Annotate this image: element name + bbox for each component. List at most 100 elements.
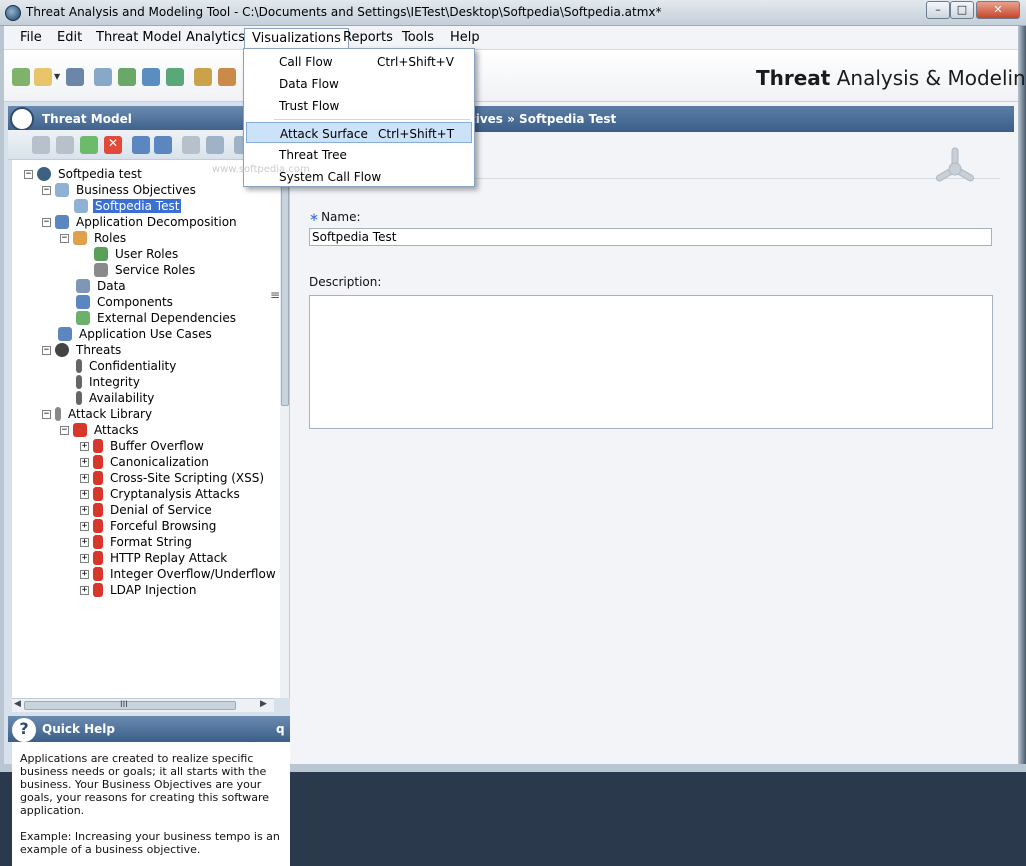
menu-item-threat-tree[interactable]: Threat Tree [246, 144, 472, 165]
name-field[interactable] [309, 228, 992, 246]
import-icon[interactable] [94, 68, 112, 86]
tree-node[interactable]: Availability [76, 390, 156, 406]
tree-node-label: Data [97, 279, 126, 293]
export-icon[interactable] [118, 68, 136, 86]
minimize-button[interactable]: – [926, 1, 950, 19]
collapse-icon[interactable]: − [24, 169, 33, 179]
add-disabled-icon[interactable] [56, 136, 74, 154]
tree-node-label: Availability [89, 391, 155, 405]
add-child-icon[interactable] [80, 136, 98, 154]
close-button[interactable]: ✕ [976, 1, 1020, 19]
expand-icon[interactable]: + [80, 441, 89, 451]
tree-node[interactable]: − Roles [60, 230, 128, 246]
tree-node[interactable]: − Application Decomposition [42, 214, 239, 230]
new-icon[interactable] [12, 68, 30, 86]
menu-separator [274, 119, 470, 120]
tree-node[interactable]: Data [76, 278, 128, 294]
tree-node[interactable]: + LDAP Injection [80, 582, 198, 598]
tree-node[interactable]: Integrity [76, 374, 142, 390]
tree-node-label: Threats [76, 343, 122, 357]
attack-icon[interactable] [218, 68, 236, 86]
tree-node[interactable]: Confidentiality [76, 358, 178, 374]
menu-file[interactable]: File [20, 30, 42, 45]
refresh-icon[interactable] [166, 68, 184, 86]
menu-help[interactable]: Help [450, 30, 480, 45]
splitter-grip-icon[interactable]: ≡ [270, 288, 280, 302]
tree-node[interactable]: + Cryptanalysis Attacks [80, 486, 242, 502]
back-icon[interactable] [32, 136, 50, 154]
expand-icon[interactable]: + [80, 585, 89, 595]
tree-vertical-scrollbar[interactable] [280, 160, 289, 698]
detail-form: ∗Name: Description: [290, 132, 1014, 764]
collapse-icon[interactable]: − [42, 217, 51, 227]
menu-item-trust-flow[interactable]: Trust Flow [246, 95, 472, 116]
tree-node[interactable]: + HTTP Replay Attack [80, 550, 229, 566]
menu-edit[interactable]: Edit [57, 30, 82, 45]
menu-item-attack-surface[interactable]: Attack Surface Ctrl+Shift+T [246, 122, 472, 143]
tree-node[interactable]: User Roles [94, 246, 180, 262]
collapse-icon[interactable]: − [42, 409, 51, 419]
collapse-icon[interactable]: − [42, 185, 51, 195]
quick-help-collapse-button[interactable]: q [276, 722, 285, 736]
expand-icon[interactable] [206, 136, 224, 154]
tree-node[interactable]: − Attacks [60, 422, 141, 438]
tree-node-selected[interactable]: Softpedia Test [74, 198, 183, 214]
dropdown-arrow-icon[interactable]: ▼ [54, 68, 62, 86]
menu-visualizations[interactable]: Visualizations [244, 28, 349, 50]
tree-node[interactable]: External Dependencies [76, 310, 238, 326]
menu-item-call-flow[interactable]: Call Flow Ctrl+Shift+V [246, 51, 472, 72]
menu-item-data-flow[interactable]: Data Flow [246, 73, 472, 94]
tree-node[interactable]: − Softpedia test [24, 166, 144, 182]
move-down-icon[interactable] [154, 136, 172, 154]
tree-node[interactable]: + Forceful Browsing [80, 518, 218, 534]
expand-icon[interactable]: + [80, 457, 89, 467]
collapse-icon[interactable]: − [60, 425, 69, 435]
tree-node[interactable]: + Canonicalization [80, 454, 211, 470]
description-field[interactable] [309, 295, 993, 429]
expand-icon[interactable]: + [80, 537, 89, 547]
sort-icon[interactable] [182, 136, 200, 154]
menu-analytics[interactable]: Analytics [186, 30, 245, 45]
publish-icon[interactable] [142, 68, 160, 86]
attack-bolt-icon [93, 503, 103, 517]
tree-node[interactable]: Components [76, 294, 175, 310]
delete-icon[interactable]: ✕ [104, 136, 122, 154]
expand-icon[interactable]: + [80, 489, 89, 499]
tree-node[interactable]: − Attack Library [42, 406, 154, 422]
tree-node[interactable]: + Cross-Site Scripting (XSS) [80, 470, 266, 486]
expand-icon[interactable]: + [80, 505, 89, 515]
menu-tools[interactable]: Tools [402, 30, 434, 45]
expand-icon[interactable]: + [80, 473, 89, 483]
menu-threat-model[interactable]: Threat Model [96, 30, 181, 45]
collapse-icon[interactable]: − [42, 345, 51, 355]
tree-node[interactable]: − Threats [42, 342, 123, 358]
scroll-right-icon[interactable]: ▶ [260, 699, 267, 709]
tree-horizontal-scroll-thumb[interactable] [24, 701, 236, 710]
maximize-button[interactable]: □ [950, 1, 974, 19]
open-folder-icon[interactable] [34, 68, 52, 86]
tree-node[interactable]: + Integer Overflow/Underflow [80, 566, 278, 582]
menu-reports[interactable]: Reports [343, 30, 393, 45]
tree-vertical-scroll-thumb[interactable] [281, 168, 289, 406]
analyze-icon[interactable] [194, 68, 212, 86]
expand-icon[interactable]: + [80, 553, 89, 563]
tree-node[interactable]: Service Roles [94, 262, 197, 278]
brand-title-rest: Analysis & Modeling [830, 66, 1026, 90]
tree-node[interactable]: − Business Objectives [42, 182, 198, 198]
expand-icon[interactable]: + [80, 569, 89, 579]
scroll-left-icon[interactable]: ◀ [14, 699, 21, 709]
quick-help-body: Applications are created to realize spec… [12, 742, 290, 866]
tree-node[interactable]: Application Use Cases [58, 326, 214, 342]
collapse-icon[interactable]: − [60, 233, 69, 243]
tree-node[interactable]: + Format String [80, 534, 194, 550]
tree-node[interactable]: + Denial of Service [80, 502, 214, 518]
window-frame-right [1018, 26, 1026, 772]
decomposition-icon [55, 215, 69, 229]
move-up-icon[interactable] [132, 136, 150, 154]
tree-node-label: Cross-Site Scripting (XSS) [110, 471, 265, 485]
save-icon[interactable] [66, 68, 84, 86]
tree-node-label: Application Decomposition [76, 215, 237, 229]
tree-horizontal-scrollbar[interactable]: ◀ III ▶ [12, 698, 274, 712]
tree-node[interactable]: + Buffer Overflow [80, 438, 206, 454]
expand-icon[interactable]: + [80, 521, 89, 531]
